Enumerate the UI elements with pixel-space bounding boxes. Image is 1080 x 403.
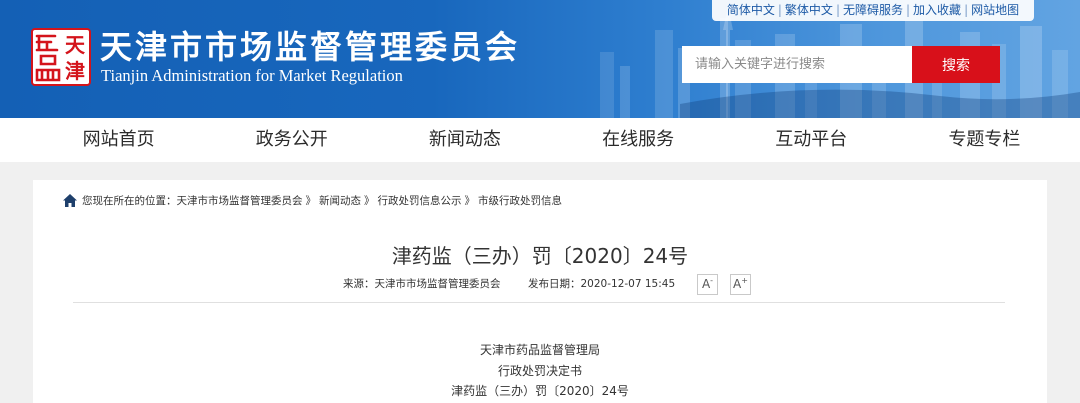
top-link-add-favorite[interactable]: 加入收藏 [913,3,961,17]
search-input[interactable] [682,46,912,83]
top-link-accessibility[interactable]: 无障碍服务 [843,3,903,17]
article-source-label: 来源： [343,278,375,290]
top-link-site-map[interactable]: 网站地图 [971,3,1019,17]
tab-special-topics[interactable]: 专题专栏 [898,118,1071,162]
skyline-building [655,30,673,118]
article-title: 津药监（三办）罚〔2020〕24号 [391,244,689,268]
font-size-increase-button[interactable]: A+ [730,274,751,295]
article-card: 您现在所在的位置：天津市市场监督管理委员会》新闻动态》行政处罚信息公示》市级行政… [33,180,1047,403]
article-body-line: 天津市药品监督管理局 [479,343,600,357]
skyline-building [620,66,630,118]
main-nav-list: 网站首页 政务公开 新闻动态 在线服务 互动平台 专题专栏 [32,118,1071,162]
article-body-line: 津药监（三办）罚〔2020〕24号 [451,384,629,398]
tab-news[interactable]: 新闻动态 [378,118,551,162]
top-link-traditional-chinese[interactable]: 繁体中文 [785,3,833,17]
font-size-decrease-button[interactable]: A- [697,274,718,295]
breadcrumb-separator: 》 [464,195,476,207]
tab-online-services[interactable]: 在线服务 [552,118,725,162]
site-title: 天津市市场监督管理委员会 [100,28,521,66]
top-links-bar: 简体中文 | 繁体中文 | 无障碍服务 | 加入收藏 | 网站地图 [712,0,1034,21]
tab-interaction-platform[interactable]: 互动平台 [725,118,898,162]
top-link-simplified-chinese[interactable]: 简体中文 [727,3,775,17]
home-icon [63,194,77,207]
skyline-building [600,52,614,118]
breadcrumb-separator: 》 [364,195,375,207]
search-button[interactable]: 搜索 [912,46,1000,83]
font-size-increase-sign: + [741,276,748,285]
breadcrumb-item-city-penalty-info[interactable]: 市级行政处罚信息 [478,195,562,207]
breadcrumb-separator: 》 [305,195,317,207]
article-source: 来源：天津市市场监督管理委员会 [343,277,501,291]
article-date-value: 2020-12-07 15:45 [580,278,676,290]
site-logo[interactable]: 天 津 [31,28,91,86]
article-date: 发布日期：2020-12-07 15:45 [528,277,675,291]
tab-home[interactable]: 网站首页 [32,118,205,162]
article-body-line: 行政处罚决定书 [497,363,582,378]
top-link-separator: | [906,3,911,17]
breadcrumb: 您现在所在的位置：天津市市场监督管理委员会》新闻动态》行政处罚信息公示》市级行政… [82,193,562,209]
breadcrumb-item-penalty-disclosure[interactable]: 行政处罚信息公示 [378,195,462,207]
article-source-value: 天津市市场监督管理委员会 [374,278,501,290]
font-size-decrease-sign: - [710,276,714,285]
article-divider [73,302,1005,303]
site-subtitle: Tianjin Administration for Market Regula… [101,66,403,85]
main-nav: 网站首页 政务公开 新闻动态 在线服务 互动平台 专题专栏 [0,118,1080,162]
top-link-separator: | [964,3,969,17]
top-link-separator: | [835,3,840,17]
top-link-separator: | [777,3,782,17]
breadcrumb-item-news[interactable]: 新闻动态 [319,195,361,207]
article-body: 天津市药品监督管理局 行政处罚决定书 津药监（三办）罚〔2020〕24号 [33,340,1047,402]
logo-lettering-bottom: 津 [65,59,85,83]
tab-government-affairs[interactable]: 政务公开 [205,118,378,162]
logo-lettering-top: 天 [65,33,86,57]
font-size-decrease-letter: A [701,277,711,291]
breadcrumb-prefix: 您现在所在的位置： [82,195,177,207]
article-date-label: 发布日期： [528,278,581,290]
site-header: 简体中文 | 繁体中文 | 无障碍服务 | 加入收藏 | 网站地图 天 津 天津市市场监督管理委… [0,0,1080,118]
breadcrumb-item-site-home[interactable]: 天津市市场监督管理委员会 [177,195,303,207]
